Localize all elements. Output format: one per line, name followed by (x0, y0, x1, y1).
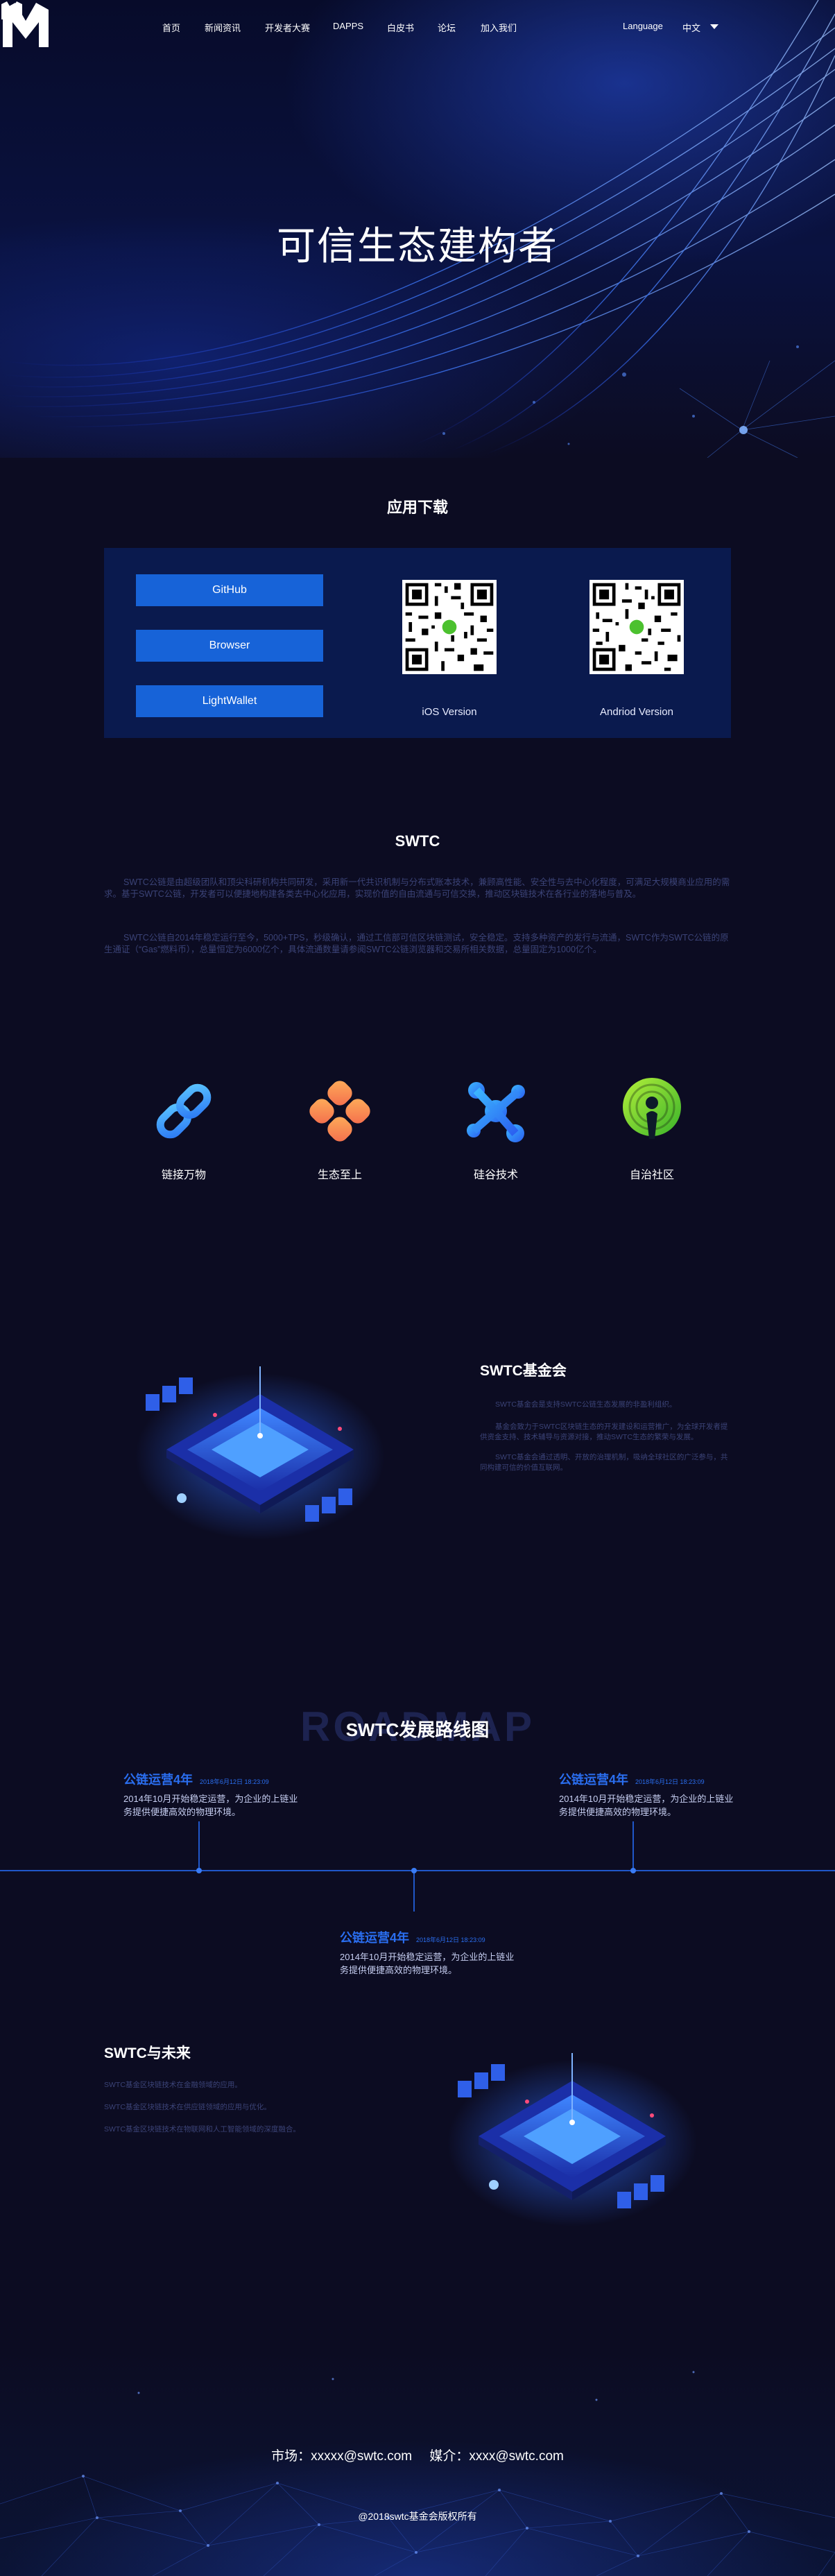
feature-community: 自治社区 (596, 1075, 707, 1182)
roadmap-dot[interactable] (196, 1868, 202, 1873)
roadmap-item: 公链运营4年 2018年6月12日 18:23:09 2014年10月开始稳定运营… (340, 1928, 520, 1977)
roadmap-tick (413, 1870, 415, 1912)
nav-item-forum[interactable]: 论坛 (438, 21, 456, 34)
roadmap-item-title: 公链运营4年 (559, 1773, 629, 1787)
feature-label-ecology: 生态至上 (317, 1169, 362, 1181)
roadmap-item-date: 2018年6月12日 18:23:09 (416, 1937, 485, 1943)
feature-link: 链接万物 (128, 1075, 239, 1182)
chevron-down-icon[interactable] (710, 24, 718, 29)
hero-banner: 首页 新闻资讯 开发者大赛 DAPPS 白皮书 论坛 加入我们 Language… (0, 0, 835, 458)
community-icon (623, 1078, 681, 1139)
footer: 市场：xxxxx@swtc.com 媒介：xxxx@swtc.com @2018… (0, 2351, 835, 2576)
qr-code-icon (402, 580, 497, 674)
language-select[interactable]: 中文 (682, 21, 700, 34)
hero-title: 可信生态建构者 (277, 224, 558, 269)
roadmap-dot[interactable] (411, 1868, 417, 1873)
foundation-illustration (135, 1366, 385, 1540)
feature-ecology: 生态至上 (284, 1075, 395, 1182)
android-qr-code (589, 580, 684, 674)
feature-label-technology: 硅谷技术 (473, 1169, 518, 1181)
future-title: SWTC与未来 (104, 2045, 191, 2061)
swtc-section-title: SWTC (395, 832, 440, 850)
roadmap-item: 公链运营4年 2018年6月12日 18:23:09 2014年10月开始稳定运营… (123, 1770, 304, 1819)
roadmap-item-title: 公链运营4年 (340, 1931, 410, 1945)
nav-item-whitepaper[interactable]: 白皮书 (387, 21, 414, 34)
qr-code-icon (589, 580, 684, 674)
contact-line: 市场：xxxxx@swtc.com 媒介：xxxx@swtc.com (0, 2446, 835, 2464)
roadmap-dot[interactable] (630, 1868, 636, 1873)
roadmap-item: 公链运营4年 2018年6月12日 18:23:09 2014年10月开始稳定运营… (559, 1770, 739, 1819)
nav-item-join-us[interactable]: 加入我们 (481, 21, 517, 34)
feature-label-link: 链接万物 (161, 1169, 206, 1181)
hero-logo-icon (3, 3, 49, 47)
roadmap-title: SWTC发展路线图 (345, 1719, 490, 1740)
nav-item-dev-contest[interactable]: 开发者大赛 (265, 21, 310, 34)
future-illustration (447, 2053, 697, 2226)
roadmap-timeline (0, 1870, 835, 1871)
future-line-3: SWTC基金区块链技术在物联网和人工智能领域的深度融合。 (104, 2125, 300, 2133)
link-icon (156, 1083, 212, 1139)
feature-label-community: 自治社区 (629, 1169, 674, 1181)
top-nav: 首页 新闻资讯 开发者大赛 DAPPS 白皮书 论坛 加入我们 Language… (0, 0, 835, 55)
future-line-1: SWTC基金区块链技术在金融领域的应用。 (104, 2081, 242, 2089)
feature-technology: 硅谷技术 (440, 1075, 551, 1182)
nav-item-news[interactable]: 新闻资讯 (205, 21, 241, 34)
nav-item-home[interactable]: 首页 (162, 21, 180, 34)
roadmap-item-desc: 2014年10月开始稳定运营，为企业的上链业务提供便捷高效的物理环境。 (123, 1794, 298, 1817)
ios-version-label: iOS Version (422, 706, 477, 718)
swtc-detail-paragraph: SWTC公链自2014年稳定运行至今，5000+TPS，秒级确认，通过工信部可信… (104, 933, 729, 954)
market-email[interactable]: 市场：xxxxx@swtc.com (271, 2449, 412, 2464)
foundation-paragraph-1: SWTC基金会是支持SWTC公链生态发展的非盈利组织。 (495, 1400, 677, 1409)
future-line-2: SWTC基金区块链技术在供应链领域的应用与优化。 (104, 2103, 271, 2111)
swtc-intro-paragraph: SWTC公链是由超级团队和顶尖科研机构共同研发，采用新一代共识机制与分布式账本技… (104, 877, 730, 899)
roadmap-item-date: 2018年6月12日 18:23:09 (200, 1778, 269, 1785)
github-button[interactable]: GitHub (136, 574, 323, 606)
roadmap-tick (198, 1821, 200, 1870)
android-version-label: Andriod Version (600, 706, 673, 718)
media-email[interactable]: 媒介：xxxx@swtc.com (429, 2449, 563, 2464)
roadmap-item-title: 公链运营4年 (123, 1773, 193, 1787)
roadmap-item-desc: 2014年10月开始稳定运营，为企业的上链业务提供便捷高效的物理环境。 (559, 1794, 734, 1817)
technology-icon (467, 1082, 525, 1142)
roadmap-tick (632, 1821, 634, 1870)
nav-item-dapps[interactable]: DAPPS (333, 21, 363, 31)
foundation-title: SWTC基金会 (480, 1363, 567, 1379)
download-section-title: 应用下载 (386, 499, 448, 516)
download-panel: GitHub Browser LightWallet iOS Version A… (104, 548, 731, 738)
language-label[interactable]: Language (623, 21, 663, 31)
roadmap-item-desc: 2014年10月开始稳定运营，为企业的上链业务提供便捷高效的物理环境。 (340, 1952, 515, 1975)
roadmap-item-date: 2018年6月12日 18:23:09 (635, 1778, 705, 1785)
copyright: @2018swtc基金会版权所有 (358, 2511, 477, 2522)
ios-qr-code (402, 580, 497, 674)
foundation-paragraph-2: 基金会致力于SWTC区块链生态的开发建设和运营推广，为全球开发者提供资金支持、技… (480, 1423, 728, 1441)
lightwallet-button[interactable]: LightWallet (136, 685, 323, 717)
ecology-icon (309, 1081, 370, 1142)
browser-button[interactable]: Browser (136, 630, 323, 662)
foundation-paragraph-3: SWTC基金会通过透明、开放的治理机制，吸纳全球社区的广泛参与，共同构建可信的价… (480, 1453, 728, 1472)
